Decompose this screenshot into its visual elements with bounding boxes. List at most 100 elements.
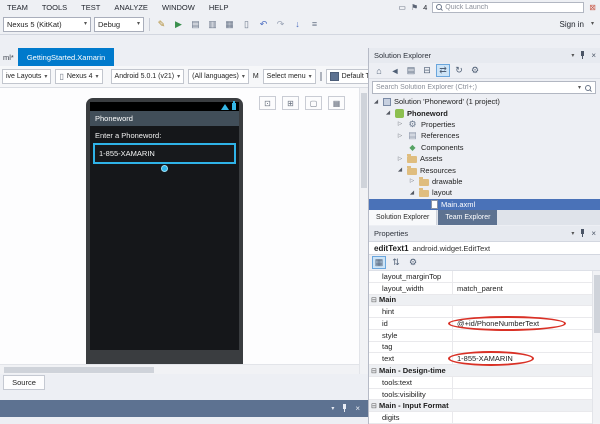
toolbar-overflow-icon[interactable]: ▾ — [591, 21, 594, 27]
start-debug-icon[interactable]: ▶ — [172, 20, 185, 29]
expander-icon[interactable]: ▷ — [396, 121, 404, 127]
home-icon[interactable]: ⌂ — [372, 64, 386, 77]
list-icon[interactable]: ≡ — [308, 20, 321, 29]
property-row-text[interactable]: text1-855-XAMARIN — [369, 353, 592, 365]
property-category-main-input-format[interactable]: ⊟Main - Input Format — [369, 400, 592, 412]
tree-item-drawable[interactable]: ▷drawable — [369, 176, 600, 187]
expander-icon[interactable]: ▷ — [396, 133, 404, 139]
pin-icon[interactable] — [579, 51, 586, 60]
pane-tab-solution-explorer[interactable]: Solution Explorer — [369, 210, 437, 225]
notifications-flag-icon[interactable]: ⚑ — [411, 3, 418, 12]
solution-explorer-header[interactable]: Solution Explorer ▾ × — [369, 48, 600, 63]
property-row-layout-width[interactable]: layout_widthmatch_parent — [369, 283, 592, 295]
properties-header[interactable]: Properties ▾ × — [369, 226, 600, 241]
property-value[interactable]: 1-855-XAMARIN — [453, 353, 592, 364]
back-icon[interactable]: ◄ — [388, 64, 402, 77]
tree-item-references[interactable]: ▷References — [369, 130, 600, 141]
expander-icon[interactable]: ▷ — [396, 156, 404, 162]
device-target-combo[interactable]: Nexus 5 (KitKat) ▾ — [3, 17, 91, 32]
open-file-icon[interactable]: ▤ — [189, 20, 202, 29]
theme-combo[interactable]: Default Theme — [326, 69, 368, 84]
tree-item-assets[interactable]: ▷Assets — [369, 153, 600, 164]
property-value[interactable] — [453, 412, 592, 423]
solution-explorer-search[interactable]: ▾ — [372, 81, 596, 94]
property-value[interactable]: @+id/PhoneNumberText — [453, 318, 592, 329]
property-value[interactable] — [453, 306, 592, 317]
sync-with-active-document-icon[interactable]: ⇄ — [436, 64, 450, 77]
device-combo[interactable]: ▯ Nexus 4 ▾ — [55, 69, 102, 84]
design-surface[interactable]: ⊡ ⊞ ▢ ▦ Phoneword Enter a Phoneword: 1-855-… — [0, 88, 359, 364]
window-menu-icon[interactable]: ▾ — [571, 53, 574, 59]
property-category-main-design-time[interactable]: ⊟Main - Design-time — [369, 365, 592, 377]
property-row-hint[interactable]: hint — [369, 306, 592, 318]
sdk-manager-icon[interactable]: ▦ — [223, 20, 236, 29]
property-row-tools-text[interactable]: tools:text — [369, 377, 592, 389]
pane-tab-team-explorer[interactable]: Team Explorer — [438, 210, 497, 225]
expander-icon[interactable]: ▷ — [408, 178, 416, 184]
grid-icon[interactable]: ▦ — [328, 96, 345, 110]
tree-item-properties[interactable]: ▷Properties — [369, 119, 600, 130]
textview-label[interactable]: Enter a Phoneword: — [95, 131, 239, 140]
menu-item-help[interactable]: HELP — [202, 0, 236, 14]
quick-launch[interactable] — [432, 2, 584, 13]
scrollbar-thumb[interactable] — [4, 367, 154, 373]
property-value[interactable] — [453, 330, 592, 341]
collapsed-panel-bar[interactable]: ▾ × — [0, 400, 368, 417]
active-document-tab[interactable]: GettingStarted.Xamarin — [18, 48, 114, 66]
tree-item-layout[interactable]: ◢layout — [369, 187, 600, 198]
edittext-field[interactable]: 1-855-XAMARIN — [93, 143, 236, 164]
properties-scrollbar[interactable] — [592, 271, 600, 424]
tree-item-solution-phoneword-1-project[interactable]: ◢Solution 'Phoneword' (1 project) — [369, 96, 600, 107]
show-all-files-icon[interactable]: ▤ — [404, 64, 418, 77]
chevron-down-icon[interactable]: ▾ — [578, 85, 581, 91]
select-menu-combo[interactable]: Select menu ▾ — [263, 69, 316, 84]
fit-to-window-icon[interactable]: ⊡ — [259, 96, 276, 110]
property-pages-icon[interactable]: ⚙ — [406, 256, 420, 269]
tree-item-resources[interactable]: ◢Resources — [369, 164, 600, 175]
solution-search-input[interactable] — [376, 84, 575, 91]
expander-icon[interactable]: ◢ — [384, 110, 392, 116]
redo-icon[interactable]: ↷ — [274, 20, 287, 29]
android-version-combo[interactable]: Android 5.0.1 (v21) ▾ — [111, 69, 185, 84]
menu-item-window[interactable]: WINDOW — [155, 0, 202, 14]
expander-icon[interactable]: ◢ — [396, 167, 404, 173]
properties-icon[interactable]: ⚙ — [468, 64, 482, 77]
property-row-tag[interactable]: tag — [369, 342, 592, 354]
download-icon[interactable]: ↓ — [291, 20, 304, 29]
actual-size-icon[interactable]: ⊞ — [282, 96, 299, 110]
collapse-all-icon[interactable]: ⊟ — [420, 64, 434, 77]
quick-launch-input[interactable] — [445, 4, 575, 11]
designer-vertical-scrollbar[interactable] — [359, 88, 368, 374]
alternative-layouts-combo[interactable]: ive Layouts ▾ — [2, 69, 51, 84]
selection-handle[interactable] — [161, 165, 168, 172]
menu-item-test[interactable]: TEST — [74, 0, 107, 14]
property-value[interactable] — [453, 271, 592, 282]
window-menu-icon[interactable]: ▾ — [331, 406, 334, 412]
notification-count[interactable]: 4 — [423, 3, 427, 12]
sign-in-button[interactable]: Sign in — [560, 20, 584, 29]
tree-item-components[interactable]: Components — [369, 142, 600, 153]
pin-icon[interactable] — [579, 229, 586, 238]
property-row-style[interactable]: style — [369, 330, 592, 342]
collapse-icon[interactable]: ⊟ — [369, 296, 379, 304]
expander-icon[interactable]: ◢ — [372, 99, 380, 105]
monitor-icon[interactable]: ▭ — [398, 3, 406, 12]
undo-icon[interactable]: ↶ — [257, 20, 270, 29]
categorized-icon[interactable]: ▦ — [372, 256, 386, 269]
refresh-icon[interactable]: ↻ — [452, 64, 466, 77]
feedback-icon[interactable]: ⊠ — [589, 3, 596, 12]
property-value[interactable] — [453, 377, 592, 388]
property-row-id[interactable]: id@+id/PhoneNumberText — [369, 318, 592, 330]
close-icon[interactable]: × — [591, 230, 596, 238]
phone-screen[interactable]: Phoneword Enter a Phoneword: 1-855-XAMAR… — [90, 102, 239, 350]
designer-horizontal-scrollbar[interactable] — [0, 364, 359, 374]
property-value[interactable]: match_parent — [453, 283, 592, 294]
menu-item-tools[interactable]: TOOLS — [35, 0, 74, 14]
window-menu-icon[interactable]: ▾ — [571, 231, 574, 237]
tree-item-main-axml[interactable]: Main.axml — [369, 199, 600, 210]
menu-item-analyze[interactable]: ANALYZE — [107, 0, 155, 14]
language-combo[interactable]: (All languages) ▾ — [188, 69, 249, 84]
collapse-icon[interactable]: ⊟ — [369, 367, 379, 375]
outline-icon[interactable]: ▢ — [305, 96, 322, 110]
close-icon[interactable]: × — [591, 52, 596, 60]
